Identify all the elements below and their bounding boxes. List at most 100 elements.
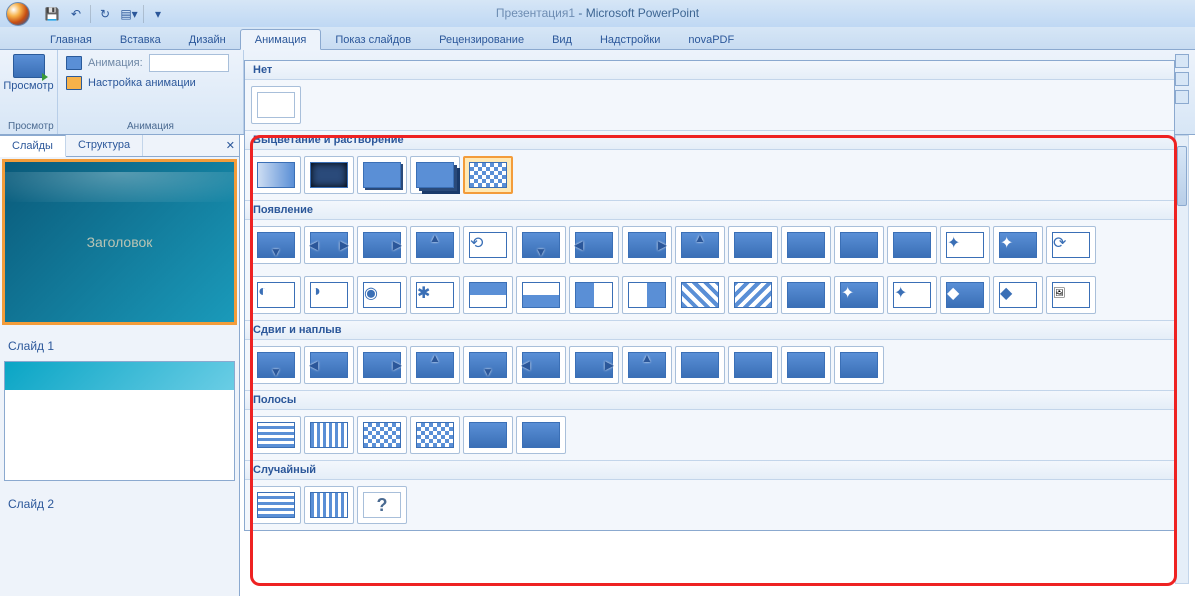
preview-button[interactable]: Просмотр bbox=[8, 54, 49, 92]
transition-fade-1[interactable] bbox=[251, 156, 301, 194]
transition-appear-19[interactable]: ◉ bbox=[357, 276, 407, 314]
redo-button[interactable]: ↻ bbox=[95, 4, 115, 24]
transition-push-12[interactable] bbox=[834, 346, 884, 384]
transition-appear-27[interactable] bbox=[781, 276, 831, 314]
structure-tab[interactable]: Структура bbox=[66, 135, 143, 156]
transition-push-1[interactable]: ▼ bbox=[251, 346, 301, 384]
window-title: Презентация1 - Microsoft PowerPoint bbox=[496, 6, 699, 20]
transition-stripes-3[interactable] bbox=[357, 416, 407, 454]
transition-push-8[interactable]: ▲ bbox=[622, 346, 672, 384]
transition-appear-16[interactable]: ⟳ bbox=[1046, 226, 1096, 264]
editor-area: 6 Нет Выцветание и растворение bbox=[240, 135, 1195, 596]
transition-push-5[interactable]: ▼ bbox=[463, 346, 513, 384]
tab-insert[interactable]: Вставка bbox=[106, 30, 175, 49]
transition-push-11[interactable] bbox=[781, 346, 831, 384]
transition-push-6[interactable]: ◀ bbox=[516, 346, 566, 384]
panel-icon-3[interactable] bbox=[1175, 90, 1189, 104]
transition-fade-3[interactable] bbox=[357, 156, 407, 194]
transition-appear-18[interactable]: ◑ bbox=[304, 276, 354, 314]
slide-thumb-1[interactable]: Заголовок bbox=[4, 161, 235, 323]
transition-appear-20[interactable]: ✱ bbox=[410, 276, 460, 314]
qat-dropdown[interactable]: ▾ bbox=[148, 4, 168, 24]
panel-icon-1[interactable] bbox=[1175, 54, 1189, 68]
transition-appear-29[interactable]: ✦ bbox=[887, 276, 937, 314]
transition-appear-22[interactable] bbox=[516, 276, 566, 314]
scrollbar-thumb[interactable] bbox=[1177, 146, 1187, 206]
transition-random-question[interactable]: ? bbox=[357, 486, 407, 524]
gallery-section-stripes: Полосы bbox=[245, 391, 1174, 461]
transition-appear-23[interactable] bbox=[569, 276, 619, 314]
transition-appear-17[interactable]: ◐ bbox=[251, 276, 301, 314]
transition-appear-21[interactable] bbox=[463, 276, 513, 314]
transition-appear-14[interactable]: ✦ bbox=[940, 226, 990, 264]
slides-tab[interactable]: Слайды bbox=[0, 135, 66, 157]
tab-animation[interactable]: Анимация bbox=[240, 29, 322, 50]
tab-novapdf[interactable]: novaPDF bbox=[674, 30, 748, 49]
transition-appear-12[interactable] bbox=[834, 226, 884, 264]
transition-stripes-4[interactable] bbox=[410, 416, 460, 454]
transition-push-7[interactable]: ▶ bbox=[569, 346, 619, 384]
animation-group: Анимация: Настройка анимации Анимация bbox=[58, 50, 244, 134]
gallery-section-push: Сдвиг и наплыв ▼ ◀ ▶ ▲ ▼ ◀ ▶ ▲ bbox=[245, 321, 1174, 391]
transition-appear-24[interactable] bbox=[622, 276, 672, 314]
animation-combo[interactable] bbox=[149, 54, 229, 72]
transition-stripes-6[interactable] bbox=[516, 416, 566, 454]
custom-animation-icon bbox=[66, 76, 82, 90]
transition-random-1[interactable] bbox=[251, 486, 301, 524]
transition-push-2[interactable]: ◀ bbox=[304, 346, 354, 384]
animation-icon bbox=[66, 56, 82, 70]
tab-review[interactable]: Рецензирование bbox=[425, 30, 538, 49]
transition-stripes-2[interactable] bbox=[304, 416, 354, 454]
transition-push-4[interactable]: ▲ bbox=[410, 346, 460, 384]
transition-fade-4[interactable] bbox=[410, 156, 460, 194]
transition-appear-30[interactable]: ◆ bbox=[940, 276, 990, 314]
animation-label: Анимация: bbox=[88, 57, 143, 69]
transition-stripes-5[interactable] bbox=[463, 416, 513, 454]
transition-random-2[interactable] bbox=[304, 486, 354, 524]
gallery-section-none: Нет bbox=[245, 61, 1174, 131]
transition-appear-3[interactable]: ▶ bbox=[357, 226, 407, 264]
transition-none[interactable] bbox=[251, 86, 301, 124]
transition-dissolve[interactable] bbox=[463, 156, 513, 194]
save-button[interactable]: 💾 bbox=[42, 4, 62, 24]
transition-appear-2[interactable]: ◀▶ bbox=[304, 226, 354, 264]
transition-stripes-1[interactable] bbox=[251, 416, 301, 454]
transition-appear-28[interactable]: ✦ bbox=[834, 276, 884, 314]
transition-appear-4[interactable]: ▲ bbox=[410, 226, 460, 264]
transition-appear-11[interactable] bbox=[781, 226, 831, 264]
transition-appear-15[interactable]: ✦ bbox=[993, 226, 1043, 264]
transition-appear-32[interactable]: 🖼 bbox=[1046, 276, 1096, 314]
undo-button[interactable]: ↶ bbox=[66, 4, 86, 24]
transition-push-3[interactable]: ▶ bbox=[357, 346, 407, 384]
gallery-header-stripes: Полосы bbox=[245, 391, 1174, 410]
gallery-scrollbar[interactable] bbox=[1175, 135, 1189, 584]
tab-design[interactable]: Дизайн bbox=[175, 30, 240, 49]
transition-appear-1[interactable]: ▼ bbox=[251, 226, 301, 264]
transition-appear-10[interactable] bbox=[728, 226, 778, 264]
transition-appear-31[interactable]: ◆ bbox=[993, 276, 1043, 314]
tab-addins[interactable]: Надстройки bbox=[586, 30, 674, 49]
transition-appear-13[interactable] bbox=[887, 226, 937, 264]
transition-appear-9[interactable]: ▲ bbox=[675, 226, 725, 264]
panel-icon-2[interactable] bbox=[1175, 72, 1189, 86]
transition-push-10[interactable] bbox=[728, 346, 778, 384]
office-button[interactable] bbox=[0, 0, 36, 27]
transition-appear-8[interactable]: ▶ bbox=[622, 226, 672, 264]
tab-view[interactable]: Вид bbox=[538, 30, 586, 49]
close-outline-icon[interactable]: ✕ bbox=[226, 139, 235, 152]
right-panel-icons bbox=[1175, 54, 1191, 104]
slide-thumb-2[interactable] bbox=[4, 361, 235, 481]
slide1-title-text: Заголовок bbox=[87, 234, 153, 250]
transition-appear-7[interactable]: ◀ bbox=[569, 226, 619, 264]
tab-home[interactable]: Главная bbox=[36, 30, 106, 49]
custom-animation-button[interactable]: Настройка анимации bbox=[66, 76, 235, 90]
transition-appear-26[interactable] bbox=[728, 276, 778, 314]
new-slide-button[interactable]: ▤▾ bbox=[119, 4, 139, 24]
gallery-section-random: Случайный ? bbox=[245, 461, 1174, 530]
transition-push-9[interactable] bbox=[675, 346, 725, 384]
transition-fade-2[interactable] bbox=[304, 156, 354, 194]
transition-appear-25[interactable] bbox=[675, 276, 725, 314]
tab-slideshow[interactable]: Показ слайдов bbox=[321, 30, 425, 49]
transition-appear-5[interactable]: ⟲ bbox=[463, 226, 513, 264]
transition-appear-6[interactable]: ▼ bbox=[516, 226, 566, 264]
